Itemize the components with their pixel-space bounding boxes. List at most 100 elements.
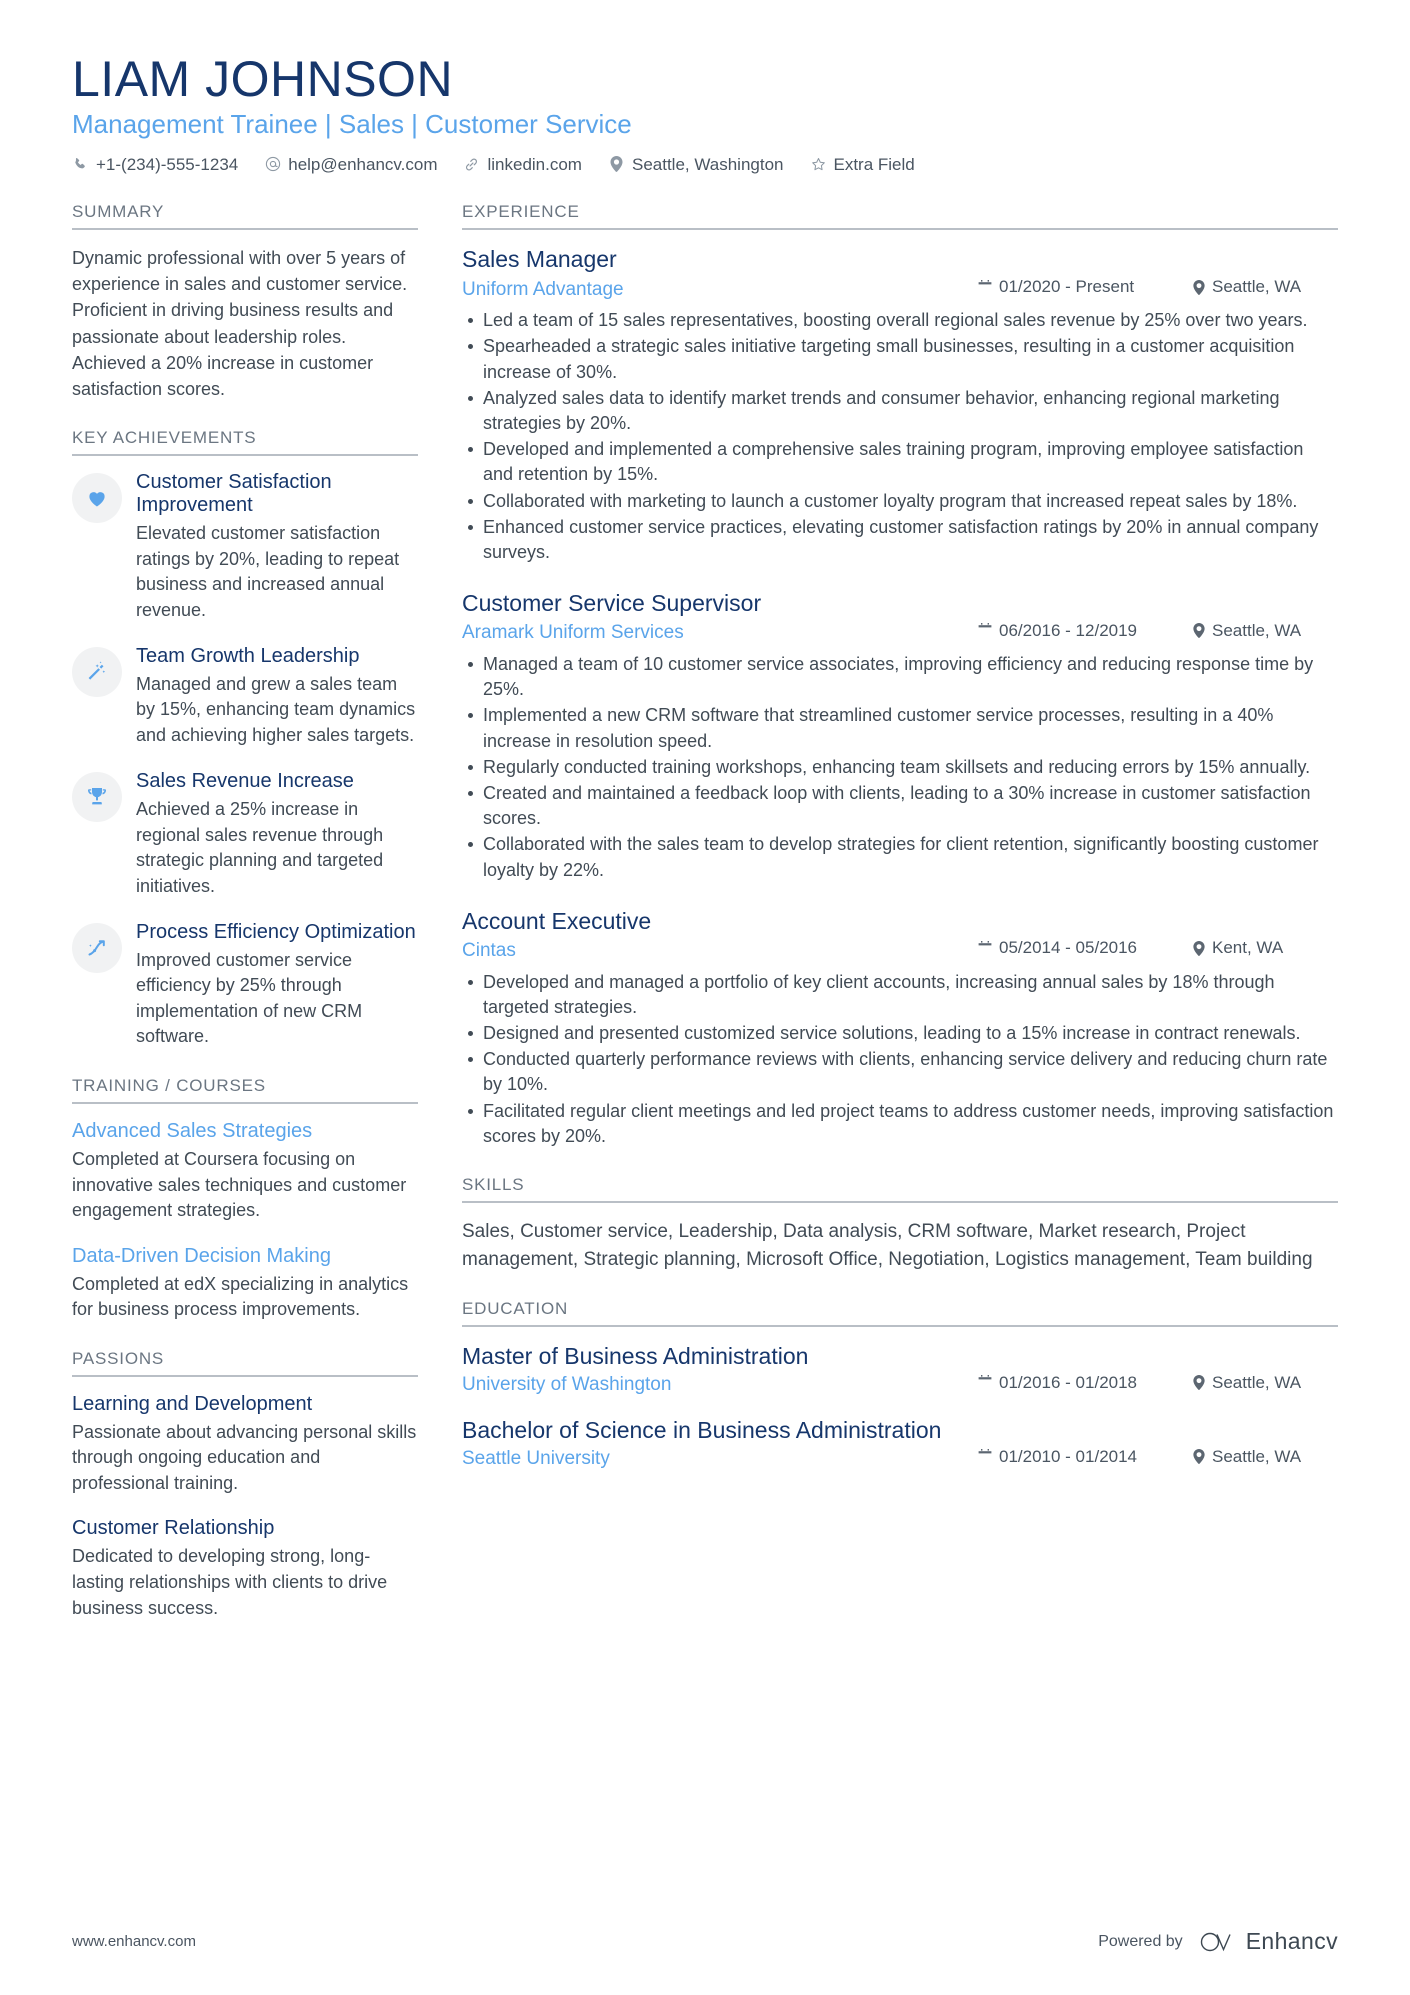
section-experience: EXPERIENCE Sales Manager Uniform Advanta…	[462, 202, 1338, 1149]
achievement-item: Team Growth Leadership Managed and grew …	[72, 645, 418, 748]
achievement-title: Sales Revenue Increase	[136, 770, 354, 793]
job-location-text: Kent, WA	[1212, 938, 1284, 958]
experience-item: Sales Manager Uniform Advantage 01/2020 …	[462, 245, 1338, 565]
contact-extra-field-text: Extra Field	[833, 154, 915, 174]
job-meta: Cintas 05/2014 - 05/2016 Kent, WA	[462, 938, 1338, 963]
powered-by-label: Powered by	[1098, 1932, 1183, 1950]
contact-row: +1-(234)-555-1234 help@enhancv.com linke…	[72, 153, 1338, 177]
job-location-text: Seattle, WA	[1212, 277, 1302, 297]
education-degree: Bachelor of Science in Business Administ…	[462, 1417, 942, 1444]
section-title-training-courses: TRAINING / COURSES	[72, 1076, 418, 1105]
experience-item: Account Executive Cintas 05/2014 - 05/20…	[462, 907, 1338, 1149]
resume-header: LIAM JOHNSON Management Trainee | Sales …	[72, 52, 1338, 176]
job-bullet: Created and maintained a feedback loop w…	[462, 781, 1338, 831]
job-company: Uniform Advantage	[462, 278, 624, 300]
achievement-desc: Elevated customer satisfaction ratings b…	[136, 523, 400, 620]
section-title-summary: SUMMARY	[72, 202, 418, 231]
link-icon	[463, 157, 480, 172]
contact-link[interactable]: linkedin.com	[463, 153, 582, 177]
location-pin-icon	[1193, 940, 1205, 956]
candidate-headline: Management Trainee | Sales | Customer Se…	[72, 109, 632, 139]
job-bullets: Led a team of 15 sales representatives, …	[462, 308, 1338, 565]
job-meta: Aramark Uniform Services 06/2016 - 12/20…	[462, 621, 1338, 646]
training-title: Advanced Sales Strategies	[72, 1120, 313, 1143]
section-title-passions: PASSIONS	[72, 1349, 418, 1377]
phone-icon	[72, 157, 89, 172]
location-pin-icon	[1193, 1375, 1205, 1391]
job-location-text: Seattle, WA	[1212, 620, 1302, 640]
education-location: Seattle, WA	[1193, 1447, 1338, 1467]
job-bullet: Managed a team of 10 customer service as…	[462, 652, 1338, 702]
job-bullet: Collaborated with marketing to launch a …	[462, 489, 1338, 514]
job-location: Seattle, WA	[1193, 621, 1338, 641]
achievement-body: Team Growth Leadership Managed and grew …	[136, 645, 418, 748]
trophy-icon	[72, 772, 122, 823]
contact-extra-field[interactable]: Extra Field	[810, 153, 915, 177]
education-date: 01/2016 - 01/2018	[978, 1373, 1193, 1393]
contact-link-text: linkedin.com	[487, 154, 582, 174]
education-school: University of Washington	[462, 1374, 672, 1396]
job-bullet: Facilitated regular client meetings and …	[462, 1099, 1338, 1149]
location-pin-icon	[1193, 1449, 1205, 1465]
education-degree: Master of Business Administration	[462, 1343, 809, 1370]
job-bullet: Designed and presented customized servic…	[462, 1021, 1338, 1046]
achievement-body: Process Efficiency Optimization Improved…	[136, 921, 418, 1050]
enhancv-logo: Enhancv	[1197, 1928, 1338, 1955]
training-item: Advanced Sales Strategies Completed at C…	[72, 1119, 418, 1224]
achievement-desc: Achieved a 25% increase in regional sale…	[136, 799, 384, 896]
job-location: Kent, WA	[1193, 938, 1338, 958]
job-date: 06/2016 - 12/2019	[978, 621, 1193, 641]
job-bullet: Implemented a new CRM software that stre…	[462, 703, 1338, 753]
job-company: Cintas	[462, 939, 516, 961]
section-key-achievements: KEY ACHIEVEMENTS Customer Satisfaction I…	[72, 428, 418, 1050]
education-item: Master of Business Administration Univer…	[462, 1342, 1338, 1398]
job-bullets: Developed and managed a portfolio of key…	[462, 970, 1338, 1149]
resume-page: LIAM JOHNSON Management Trainee | Sales …	[0, 0, 1410, 1995]
footer-brand: Powered by Enhancv	[1098, 1928, 1338, 1955]
section-title-key-achievements: KEY ACHIEVEMENTS	[72, 428, 418, 456]
calendar-icon	[978, 623, 992, 638]
footer-url[interactable]: www.enhancv.com	[72, 1933, 196, 1950]
job-title: Account Executive	[462, 907, 652, 934]
achievement-desc: Improved customer service efficiency by …	[136, 949, 363, 1047]
sidebar-column: SUMMARY Dynamic professional with over 5…	[72, 202, 462, 1647]
contact-location[interactable]: Seattle, Washington	[608, 153, 784, 177]
job-bullet: Spearheaded a strategic sales initiative…	[462, 334, 1338, 384]
job-meta: Uniform Advantage 01/2020 - Present Seat…	[462, 277, 1338, 302]
achievement-title: Team Growth Leadership	[136, 645, 360, 668]
calendar-icon	[978, 1375, 992, 1390]
training-title: Data-Driven Decision Making	[72, 1244, 331, 1267]
job-date: 01/2020 - Present	[978, 277, 1193, 297]
job-date-text: 06/2016 - 12/2019	[999, 620, 1138, 640]
location-pin-icon	[1193, 623, 1205, 639]
job-title: Customer Service Supervisor	[462, 590, 762, 617]
passion-desc: Dedicated to developing strong, long-las…	[72, 1546, 388, 1618]
job-location: Seattle, WA	[1193, 277, 1338, 297]
contact-phone-text: +1-(234)-555-1234	[96, 154, 239, 174]
passion-desc: Passionate about advancing personal skil…	[72, 1421, 417, 1493]
contact-email-text: help@enhancv.com	[288, 154, 438, 174]
contact-email[interactable]: help@enhancv.com	[264, 153, 437, 177]
experience-item: Customer Service Supervisor Aramark Unif…	[462, 589, 1338, 883]
achievement-item: Process Efficiency Optimization Improved…	[72, 921, 418, 1050]
growth-arrow-icon	[72, 923, 122, 974]
section-passions: PASSIONS Learning and Development Passio…	[72, 1349, 418, 1621]
education-item: Bachelor of Science in Business Administ…	[462, 1416, 1338, 1472]
achievement-desc: Managed and grew a sales team by 15%, en…	[136, 673, 416, 745]
job-bullet: Enhanced customer service practices, ele…	[462, 515, 1338, 565]
section-title-education: EDUCATION	[462, 1299, 1338, 1328]
education-meta: Seattle University 01/2010 - 01/2014 Sea…	[462, 1447, 1338, 1472]
star-icon	[810, 157, 827, 172]
training-desc: Completed at edX specializing in analyti…	[72, 1273, 409, 1320]
passion-title: Customer Relationship	[72, 1517, 275, 1540]
contact-phone[interactable]: +1-(234)-555-1234	[72, 153, 238, 177]
candidate-name: LIAM JOHNSON	[72, 51, 454, 107]
section-title-skills: SKILLS	[462, 1175, 1338, 1203]
passion-item: Customer Relationship Dedicated to devel…	[72, 1516, 418, 1621]
main-column: EXPERIENCE Sales Manager Uniform Advanta…	[462, 202, 1338, 1498]
job-title: Sales Manager	[462, 246, 617, 273]
job-bullet: Regularly conducted training workshops, …	[462, 755, 1338, 780]
magic-wand-icon	[72, 647, 122, 698]
job-bullet: Developed and implemented a comprehensiv…	[462, 437, 1338, 487]
resume-footer: www.enhancv.com Powered by Enhancv	[72, 1928, 1338, 1955]
